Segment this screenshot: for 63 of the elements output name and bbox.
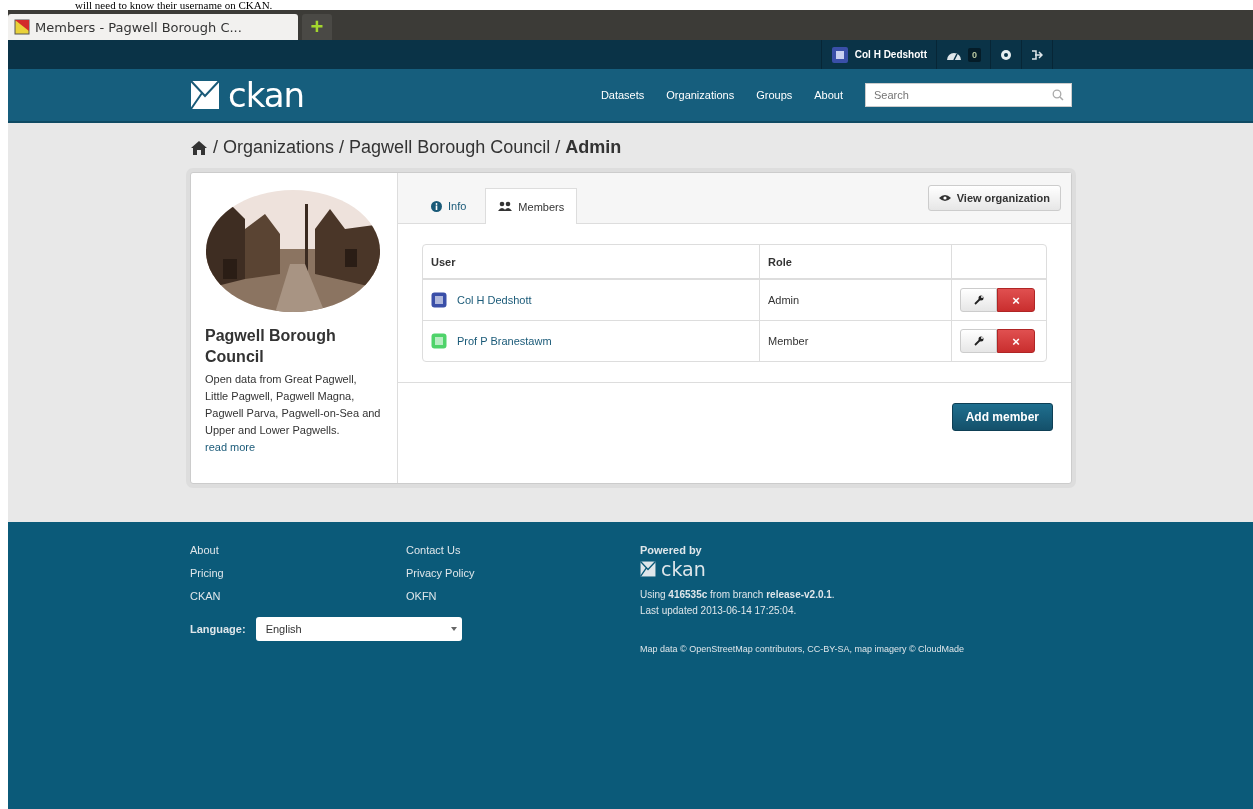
wrench-icon — [973, 295, 984, 305]
edit-button[interactable] — [960, 288, 997, 312]
logo-text[interactable]: ckan — [228, 78, 305, 112]
user-link[interactable]: Col H Dedshott — [457, 294, 532, 306]
home-icon[interactable] — [190, 139, 208, 156]
column-header: User — [430, 254, 457, 270]
updated-text: Last updated 2013-06-14 17:25:04. — [640, 604, 798, 618]
wrench-icon — [973, 336, 984, 346]
language-label: Language: — [190, 623, 246, 635]
settings-icon[interactable] — [1000, 48, 1012, 61]
user-link[interactable]: Col H Dedshott — [854, 49, 927, 60]
footer-link[interactable]: Pricing — [190, 565, 406, 581]
version-text: Using 416535c from branch release-v2.0.1. — [640, 588, 836, 602]
search-icon — [1052, 89, 1064, 101]
footer-link[interactable]: Contact Us — [406, 542, 622, 558]
new-tab-button[interactable]: + — [302, 14, 332, 40]
column-header: Role — [759, 245, 951, 278]
footer-link[interactable]: Privacy Policy — [406, 565, 622, 581]
nav-link[interactable]: Datasets — [600, 89, 645, 101]
nav-link[interactable]: Groups — [756, 89, 793, 101]
eye-icon — [938, 194, 951, 202]
logo-icon — [190, 80, 220, 110]
add-member-button[interactable]: Add member — [951, 403, 1053, 431]
tab[interactable]: Members — [485, 188, 578, 224]
info-icon — [431, 200, 442, 212]
footer-link[interactable]: OKFN — [406, 588, 622, 604]
users-icon — [498, 201, 513, 212]
search-field[interactable]: Search — [865, 83, 1072, 107]
nav-link[interactable]: Organizations — [666, 89, 735, 101]
role-text: Member — [768, 335, 809, 347]
breadcrumb-link[interactable]: Organizations — [223, 137, 335, 158]
nav-link[interactable]: About — [814, 89, 843, 101]
role-text: Admin — [768, 294, 800, 306]
edit-button[interactable] — [960, 329, 997, 353]
avatar-icon — [431, 292, 447, 308]
breadcrumb-separator: / — [213, 137, 218, 158]
delete-button[interactable]: × — [997, 329, 1035, 353]
tab[interactable]: Info — [418, 188, 480, 223]
organization-name: Pagwell Borough Council — [205, 326, 337, 367]
delete-button[interactable]: × — [997, 288, 1035, 312]
breadcrumb-separator: / — [339, 137, 345, 158]
avatar-icon — [830, 45, 849, 64]
logo-icon — [640, 561, 656, 577]
language-select[interactable]: English — [255, 617, 462, 641]
breadcrumb-link[interactable]: Admin — [565, 137, 622, 158]
breadcrumb-link[interactable]: Pagwell Borough Council — [349, 137, 551, 158]
powered-by-text: Powered by — [640, 543, 703, 558]
flag-icon — [14, 19, 30, 35]
organization-description: Open data from Great Pagwell, Little Pagwell, Pagwell Magna, Pagwell Parva, Pagwell-on-Sea and Upper and Lower Pagwells. read more — [205, 372, 382, 455]
map-credit-text: Map data © OpenStreetMap contributors, CC-BY-SA, map imagery © CloudMade — [640, 643, 965, 656]
footer-link[interactable]: CKAN — [190, 588, 406, 604]
view-organization-button[interactable]: View organization — [927, 185, 1061, 211]
browser-tab[interactable]: Members - Pagwell Borough C... — [8, 14, 298, 40]
user-link[interactable]: Prof P Branestawm — [457, 335, 552, 347]
notification-count: 0 — [968, 47, 981, 62]
document-caption: will need to know their username on CKAN. — [75, 0, 273, 10]
read-more-link[interactable]: read more — [205, 441, 256, 453]
caret-icon — [450, 627, 457, 631]
breadcrumb-separator: / — [555, 137, 561, 158]
logo-text[interactable]: ckan — [661, 558, 706, 580]
footer-link[interactable]: About — [190, 542, 406, 558]
sign-out-icon[interactable] — [1031, 48, 1043, 61]
avatar-icon — [431, 333, 447, 349]
